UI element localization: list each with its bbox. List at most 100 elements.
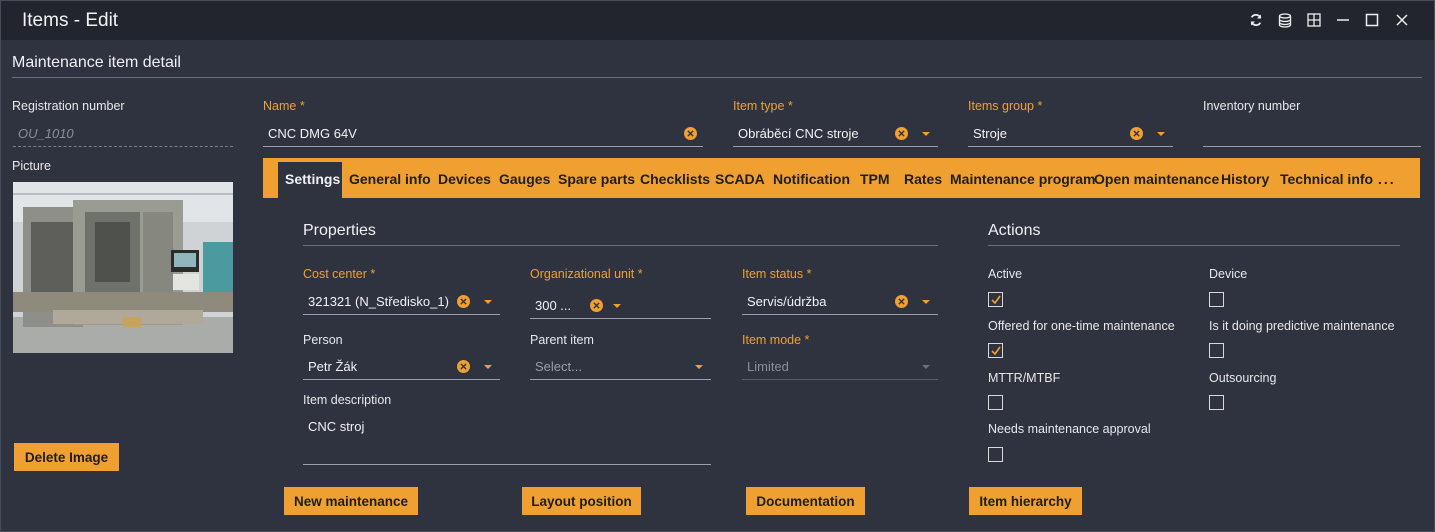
item-description-textarea[interactable]: CNC stroj <box>303 414 711 465</box>
page-title: Maintenance item detail <box>12 54 181 71</box>
check-icon <box>991 295 1001 305</box>
clear-cost-center-icon[interactable] <box>457 295 470 308</box>
org-unit-select[interactable]: 300 ... <box>530 293 711 319</box>
properties-divider <box>303 245 938 246</box>
item-type-dropdown-icon[interactable] <box>922 132 930 136</box>
tab-more[interactable]: ... <box>1378 171 1396 187</box>
maintenance-approval-label: Needs maintenance approval <box>988 422 1151 436</box>
tab-tpm[interactable]: TPM <box>860 171 890 187</box>
active-checkbox[interactable] <box>988 292 1003 307</box>
tab-gauges[interactable]: Gauges <box>499 171 550 187</box>
item-description-value: CNC stroj <box>308 419 365 434</box>
person-dropdown-icon[interactable] <box>484 365 492 369</box>
window-title: Items - Edit <box>22 10 119 31</box>
new-maintenance-button[interactable]: New maintenance <box>284 487 418 515</box>
registration-number-label: Registration number <box>12 99 125 113</box>
one-time-maintenance-label: Offered for one-time maintenance <box>988 319 1175 333</box>
predictive-maintenance-checkbox[interactable] <box>1209 343 1224 358</box>
org-unit-value: 300 ... <box>535 298 572 313</box>
title-bar: Items - Edit <box>1 1 1434 40</box>
tab-scada[interactable]: SCADA <box>715 171 765 187</box>
maximize-icon[interactable] <box>1361 9 1383 31</box>
item-picture <box>13 182 233 353</box>
item-mode-select: Limited <box>742 354 938 380</box>
tab-devices[interactable]: Devices <box>438 171 491 187</box>
database-icon[interactable] <box>1274 9 1296 31</box>
items-edit-window: Items - Edit Maintenance item detail Reg… <box>0 0 1435 532</box>
item-status-value: Servis/údržba <box>747 294 827 309</box>
tab-maintenance-program[interactable]: Maintenance program <box>950 171 1095 187</box>
items-group-label: Items group * <box>968 99 1043 113</box>
grid-icon[interactable] <box>1303 9 1325 31</box>
cost-center-dropdown-icon[interactable] <box>484 300 492 304</box>
cost-center-label: Cost center * <box>303 267 376 281</box>
header-divider <box>12 77 1422 78</box>
mttr-mtbf-label: MTTR/MTBF <box>988 371 1061 385</box>
item-description-label: Item description <box>303 393 392 407</box>
mttr-mtbf-checkbox[interactable] <box>988 395 1003 410</box>
registration-number-field: OU_1010 <box>13 121 233 147</box>
item-status-dropdown-icon[interactable] <box>922 300 930 304</box>
tab-history[interactable]: History <box>1221 171 1269 187</box>
outsourcing-label: Outsourcing <box>1209 371 1277 385</box>
tab-technical-info[interactable]: Technical info <box>1280 171 1373 187</box>
close-icon[interactable] <box>1391 9 1413 31</box>
maintenance-approval-checkbox[interactable] <box>988 447 1003 462</box>
picture-label: Picture <box>12 159 51 173</box>
one-time-maintenance-checkbox[interactable] <box>988 343 1003 358</box>
parent-item-select[interactable]: Select... <box>530 354 711 380</box>
actions-divider <box>988 245 1400 246</box>
predictive-maintenance-label: Is it doing predictive maintenance <box>1209 319 1395 333</box>
tab-rates[interactable]: Rates <box>904 171 942 187</box>
parent-item-placeholder: Select... <box>535 359 582 374</box>
delete-image-button[interactable]: Delete Image <box>14 443 119 471</box>
outsourcing-checkbox[interactable] <box>1209 395 1224 410</box>
tab-checklists[interactable]: Checklists <box>640 171 710 187</box>
registration-number-placeholder: OU_1010 <box>18 126 74 141</box>
properties-title: Properties <box>303 222 376 239</box>
items-group-dropdown-icon[interactable] <box>1157 132 1165 136</box>
item-type-label: Item type * <box>733 99 793 113</box>
clear-org-unit-icon[interactable] <box>590 299 603 312</box>
clear-items-group-icon[interactable] <box>1130 127 1143 140</box>
name-label: Name * <box>263 99 305 113</box>
check-icon <box>991 346 1001 356</box>
inventory-number-label: Inventory number <box>1203 99 1301 113</box>
items-group-select[interactable]: Stroje <box>968 121 1173 147</box>
device-checkbox[interactable] <box>1209 292 1224 307</box>
tab-notification[interactable]: Notification <box>773 171 850 187</box>
clear-item-status-icon[interactable] <box>895 295 908 308</box>
minimize-icon[interactable] <box>1332 9 1354 31</box>
refresh-icon[interactable] <box>1245 9 1267 31</box>
name-input[interactable]: CNC DMG 64V <box>263 121 703 147</box>
tab-settings-label[interactable]: Settings <box>285 171 340 187</box>
item-status-select[interactable]: Servis/údržba <box>742 289 938 315</box>
org-unit-dropdown-icon[interactable] <box>613 304 621 308</box>
clear-item-type-icon[interactable] <box>895 127 908 140</box>
item-type-select[interactable]: Obráběcí CNC stroje <box>733 121 938 147</box>
tab-open-maintenance[interactable]: Open maintenance <box>1094 171 1219 187</box>
person-select[interactable]: Petr Žák <box>303 354 500 380</box>
documentation-button[interactable]: Documentation <box>746 487 865 515</box>
item-mode-label: Item mode * <box>742 333 810 347</box>
layout-position-button[interactable]: Layout position <box>522 487 641 515</box>
item-status-label: Item status * <box>742 267 812 281</box>
person-label: Person <box>303 333 343 347</box>
parent-item-dropdown-icon[interactable] <box>695 365 703 369</box>
name-value: CNC DMG 64V <box>268 126 357 141</box>
tab-general-info[interactable]: General info <box>349 171 431 187</box>
cost-center-value: 321321 (N_Středisko_1) <box>308 294 449 309</box>
item-type-value: Obráběcí CNC stroje <box>738 126 859 141</box>
item-hierarchy-button[interactable]: Item hierarchy <box>969 487 1082 515</box>
tab-spare-parts[interactable]: Spare parts <box>558 171 635 187</box>
inventory-number-input[interactable] <box>1203 121 1421 147</box>
cost-center-select[interactable]: 321321 (N_Středisko_1) <box>303 289 500 315</box>
person-value: Petr Žák <box>308 359 358 374</box>
clear-name-icon[interactable] <box>684 127 697 140</box>
tab-bar: Settings General info Devices Gauges Spa… <box>263 158 1420 198</box>
item-mode-value: Limited <box>747 359 789 374</box>
clear-person-icon[interactable] <box>457 360 470 373</box>
org-unit-label: Organizational unit * <box>530 267 643 281</box>
active-label: Active <box>988 267 1023 281</box>
items-group-value: Stroje <box>973 126 1007 141</box>
